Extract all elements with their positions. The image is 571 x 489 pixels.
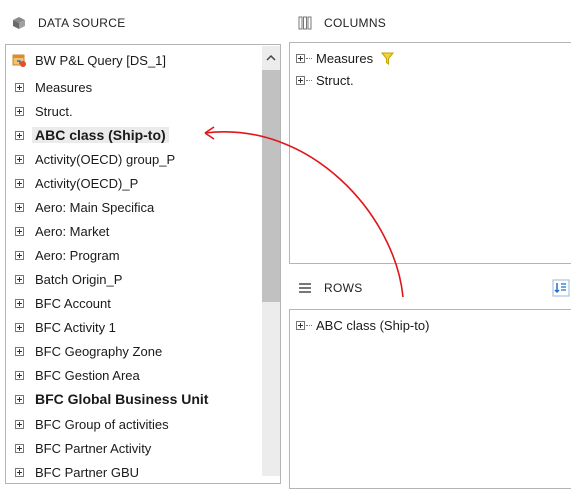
- drag-annotation-arrow: [204, 126, 404, 298]
